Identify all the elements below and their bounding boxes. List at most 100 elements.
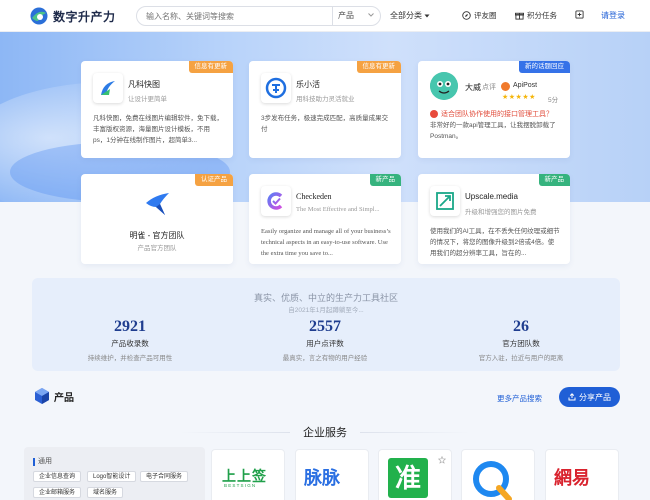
new-product-badge: 新产品 — [538, 174, 570, 186]
logo-mark-icon — [29, 7, 49, 25]
maimai-logo-text: 脉脉 — [304, 468, 340, 488]
stat-description: 持续维护，并检查产品可用性 — [87, 355, 173, 362]
team-name: 明雀 - 官方团队 — [129, 231, 185, 240]
top-header: 数字升产力 产品 全部分类 评友圈 积分任务 请登录 — [0, 0, 650, 32]
reviewed-product-name[interactable]: ApiPost — [513, 82, 537, 89]
user-avatar[interactable] — [430, 72, 458, 100]
logo-text: 数字升产力 — [53, 9, 116, 24]
update-badge: 信息有更新 — [356, 61, 401, 73]
enterprise-logo-qcc[interactable] — [461, 449, 535, 500]
review-circle-link[interactable]: 评友圈 — [462, 10, 497, 21]
apipost-logo-icon — [501, 82, 510, 91]
product-card-upscale[interactable]: 新产品 Upscale.media 升级和增强您的图片免费 使用我们的AI工具，… — [418, 174, 570, 264]
login-link[interactable]: 请登录 — [601, 10, 625, 21]
card-product-description: 凡科快图，免费在线图片编辑软件，免下载，丰富版权资源，海量图片设计模板，不用ps… — [93, 115, 223, 144]
share-upload-icon — [568, 393, 576, 401]
review-question[interactable]: 适合团队协作使用的接口管理工具？ — [441, 109, 553, 119]
stats-title: 真实、优质、中立的生产力工具社区 — [253, 293, 398, 303]
qcc-search-logo-icon — [473, 461, 512, 500]
gift-icon — [515, 12, 524, 20]
review-action-label: 点评 — [482, 84, 496, 91]
chevron-down-icon — [368, 13, 374, 17]
enterprise-logo-netease[interactable]: 網易 — [545, 449, 619, 500]
review-card-dawei[interactable]: 新的话题回应 大威 点评 ApiPost ★★★★★ 5分 适合团队协作使用的接… — [418, 61, 570, 158]
card-product-name: Checkeden — [296, 192, 332, 201]
lexiaohuo-logo-icon — [261, 73, 291, 103]
all-categories-dropdown[interactable]: 全部分类 — [390, 10, 430, 21]
review-text: 非常好的一款api管理工具，让我摆脱卸载了Postman。 — [430, 122, 556, 140]
product-card-lexiaohuo[interactable]: 信息有更新 乐小活 用科技助力灵活就业 3步发布任务，极速完成匹配，高质量成果交… — [249, 61, 401, 158]
star-outline-icon[interactable] — [438, 456, 446, 464]
stat-number: 2557 — [309, 318, 341, 335]
update-badge: 信息有更新 — [188, 61, 233, 73]
more-product-search-link[interactable]: 更多产品搜索 — [497, 393, 542, 404]
rating-score: 5分 — [548, 97, 559, 104]
tag-logo-design[interactable]: Logo智能设计 — [87, 471, 137, 482]
points-task-link[interactable]: 积分任务 — [515, 10, 557, 21]
card-product-name: 凡科快图 — [128, 80, 160, 89]
share-product-label: 分享产品 — [579, 392, 611, 402]
netease-logo-text: 網易 — [554, 468, 590, 488]
review-circle-label: 评友圈 — [474, 11, 497, 20]
card-product-slogan: 用科技助力灵活就业 — [296, 96, 355, 103]
stat-description: 官方入驻，拉近与用户的距离 — [478, 355, 564, 362]
shangshangqian-logo-subtext: BESTSIGN — [224, 483, 257, 488]
site-logo[interactable]: 数字升产力 — [29, 7, 116, 25]
search-input[interactable] — [146, 10, 326, 22]
team-card-mingque[interactable]: 认证产品 明雀 - 官方团队 产品官方团队 — [81, 174, 233, 264]
card-product-name: 乐小活 — [296, 80, 320, 89]
enterprise-logo-shangshangqian[interactable]: 上上签 BESTSIGN — [211, 449, 285, 500]
stat-review-count: 2557 用户点评数 最真实，言之有物的用户经验 — [265, 318, 385, 362]
stat-label: 产品收录数 — [111, 339, 149, 348]
tag-company-info[interactable]: 企业信息查询 — [33, 471, 82, 482]
question-icon — [430, 110, 438, 118]
enterprise-logo-maimai[interactable]: 脉脉 — [295, 449, 369, 500]
card-product-description: Easily organize and manage all of your b… — [261, 228, 391, 257]
stat-label: 用户点评数 — [306, 339, 344, 348]
products-section-header: 产品 — [34, 387, 74, 405]
fanke-logo-icon — [93, 73, 123, 103]
stat-number: 26 — [513, 318, 529, 335]
new-product-badge: 新产品 — [369, 174, 401, 186]
rating-stars-icon: ★★★★★ — [502, 94, 536, 101]
enterprise-category-panel: 通用 企业信息查询 Logo智能设计 电子合同服务 企业邮箱服务 域名服务 — [24, 447, 205, 500]
stat-product-count: 2921 产品收录数 持续维护，并检查产品可用性 — [70, 318, 190, 362]
compass-icon — [462, 11, 471, 20]
stat-description: 最真实，言之有物的用户经验 — [282, 355, 368, 362]
add-box-button[interactable] — [575, 10, 584, 19]
product-card-fanke[interactable]: 信息有更新 凡科快图 让设计更简单 凡科快图，免费在线图片编辑软件，免下载，丰富… — [81, 61, 233, 158]
caret-down-icon — [424, 14, 430, 17]
checkeden-logo-icon — [261, 186, 291, 216]
category-heading: 通用 — [33, 458, 52, 466]
card-product-slogan: 升级和增强您的图片免费 — [465, 209, 537, 216]
search-type-select[interactable]: 产品 — [338, 10, 354, 21]
enterprise-logo-zhun[interactable]: 准 — [378, 449, 452, 500]
tag-enterprise-mail[interactable]: 企业邮箱服务 — [33, 487, 82, 498]
cube-icon — [34, 387, 50, 405]
section-divider-right — [360, 432, 470, 433]
community-stats-panel: 真实、优质、中立的生产力工具社区 自2021年1月起蹲躺至今... 2921 产… — [32, 278, 620, 371]
all-categories-label: 全部分类 — [390, 11, 422, 20]
points-task-label: 积分任务 — [527, 11, 557, 20]
share-product-button[interactable]: 分享产品 — [559, 387, 620, 407]
mingque-bird-icon — [143, 189, 173, 219]
card-product-slogan: 让设计更简单 — [128, 96, 167, 103]
search-bar: 产品 — [136, 6, 381, 26]
stats-subtitle: 自2021年1月起蹲躺至今... — [288, 307, 364, 314]
plus-square-icon — [575, 10, 584, 19]
zhun-logo-text: 准 — [388, 458, 428, 498]
search-divider — [332, 7, 333, 25]
team-subtitle: 产品官方团队 — [137, 245, 177, 252]
stat-team-count: 26 官方团队数 官方入驻，拉近与用户的距离 — [461, 318, 581, 362]
card-product-description: 使用我们的AI工具，在不丢失任何纹理或细节的情况下，将您的图像升级到2倍或4倍。… — [430, 228, 560, 257]
reviewer-name[interactable]: 大威 — [465, 82, 481, 93]
tag-e-contract[interactable]: 电子合同服务 — [140, 471, 189, 482]
products-section-title: 产品 — [54, 392, 74, 404]
card-product-description: 3步发布任务，极速完成匹配，高质量成果交付 — [261, 115, 389, 133]
product-card-checkeden[interactable]: 新产品 Checkeden The Most Effective and Sim… — [249, 174, 401, 264]
stat-number: 2921 — [114, 318, 146, 335]
stat-label: 官方团队数 — [502, 339, 540, 348]
tag-domain-service[interactable]: 域名服务 — [87, 487, 124, 498]
certified-badge: 认证产品 — [195, 174, 233, 186]
topic-reply-badge: 新的话题回应 — [519, 61, 570, 73]
